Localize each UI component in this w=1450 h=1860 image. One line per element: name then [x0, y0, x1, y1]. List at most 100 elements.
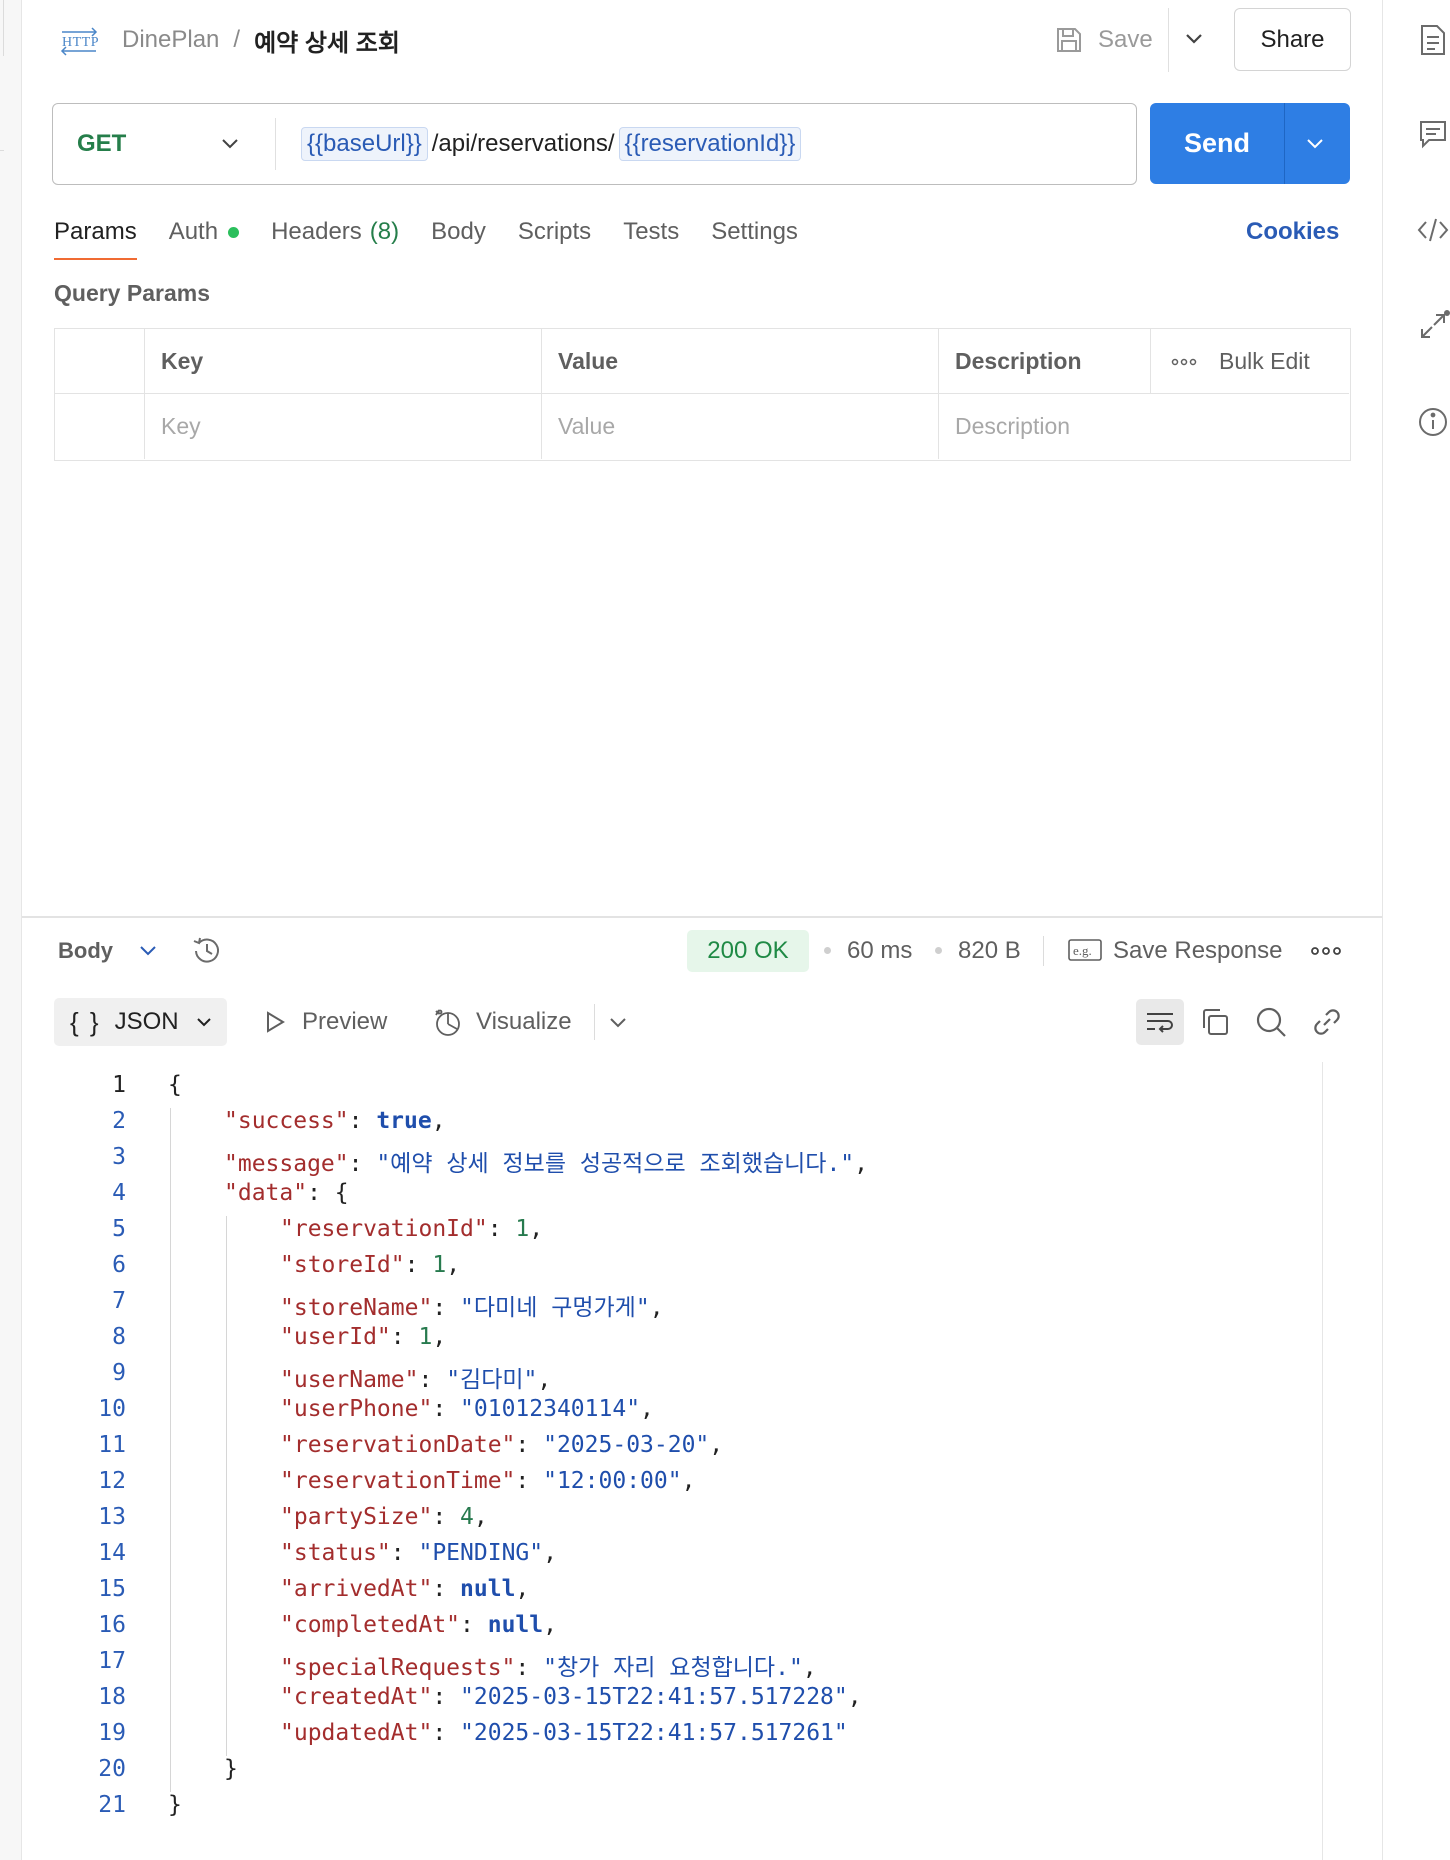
tab-body[interactable]: Body [431, 218, 486, 246]
line-number: 5 [112, 1216, 126, 1242]
visualize-divider [594, 1004, 595, 1040]
link-icon[interactable] [1310, 1005, 1344, 1039]
wrap-lines-button[interactable] [1136, 999, 1184, 1045]
save-icon [1057, 28, 1081, 52]
copy-icon[interactable] [1198, 1005, 1232, 1039]
code-token: , [432, 1324, 447, 1350]
save-button[interactable]: Save [1054, 20, 1153, 60]
svg-text:e.g.: e.g. [1073, 943, 1092, 958]
cookies-link[interactable]: Cookies [1246, 212, 1339, 252]
response-json-viewer[interactable]: 1 {2 "success": true, 3 "message": "예약 상세 정보… [54, 1062, 1350, 1822]
line-number: 17 [98, 1648, 126, 1674]
code-line: "specialRequests": "창가 자리 요청합니다.", [280, 1648, 817, 1682]
indent-guide [170, 1108, 171, 1792]
tab-label: Body [431, 218, 486, 245]
comments-icon[interactable] [1413, 114, 1450, 154]
line-number: 8 [112, 1324, 126, 1350]
line-number: 18 [98, 1684, 126, 1710]
tab-headers[interactable]: Headers (8) [271, 218, 399, 246]
request-tabs: Params Auth Headers (8) Body Scripts Test… [54, 212, 830, 260]
url-path: /api/reservations/ [431, 129, 615, 157]
tab-label: Params [54, 218, 137, 245]
code-token: : { [307, 1180, 349, 1206]
code-token: null [487, 1612, 544, 1638]
chevron-down-icon[interactable] [136, 938, 160, 962]
chevron-down-icon[interactable] [217, 130, 243, 156]
code-token: 1 [515, 1216, 530, 1242]
line-number: 16 [98, 1612, 126, 1638]
code-token: "arrivedAt" [280, 1576, 433, 1602]
wrap-icon [1147, 1013, 1173, 1033]
code-token: "updatedAt" [280, 1720, 433, 1746]
line-number: 15 [98, 1576, 126, 1602]
code-token: "success" [224, 1108, 349, 1134]
code-token: "userName" [280, 1367, 419, 1393]
more-icon[interactable] [1171, 357, 1197, 367]
tab-tests[interactable]: Tests [623, 218, 679, 246]
code-token: "storeId" [280, 1252, 405, 1278]
chevron-down-icon[interactable] [1180, 24, 1208, 52]
tab-auth[interactable]: Auth [169, 218, 240, 246]
code-token: : [348, 1151, 377, 1177]
code-line: "success": true, [224, 1108, 446, 1134]
code-token: , [446, 1252, 461, 1278]
history-icon[interactable] [190, 934, 224, 968]
share-button[interactable]: Share [1234, 8, 1351, 71]
code-token: : [487, 1216, 516, 1242]
code-token: : [515, 1468, 544, 1494]
code-token: "01012340114" [460, 1396, 641, 1422]
request-title[interactable]: 예약 상세 조회 [254, 23, 400, 58]
code-line: } [168, 1792, 182, 1818]
braces-icon: { } [70, 1006, 101, 1037]
method-select[interactable]: GET [77, 104, 126, 183]
code-icon[interactable] [1413, 210, 1450, 250]
response-divider[interactable] [22, 916, 1382, 918]
docs-icon[interactable] [1413, 20, 1450, 60]
code-line: "storeName": "다미네 구멍가게", [280, 1288, 664, 1322]
search-icon[interactable] [1254, 1005, 1288, 1039]
line-number: 1 [112, 1072, 126, 1098]
save-response-button[interactable]: Save Response [1113, 930, 1282, 972]
code-token: , [543, 1540, 557, 1566]
bulk-edit-button[interactable]: Bulk Edit [1219, 348, 1310, 375]
code-token: : [460, 1612, 488, 1638]
param-value-input[interactable]: Value [542, 394, 939, 459]
send-button-group: Send [1150, 103, 1350, 184]
code-token: "reservationId" [280, 1216, 488, 1242]
response-time[interactable]: 60 ms [847, 930, 912, 972]
code-token: , [640, 1396, 654, 1422]
info-icon[interactable] [1413, 402, 1450, 442]
column-header-value: Value [542, 329, 939, 394]
more-icon[interactable] [1310, 940, 1342, 962]
response-body-label[interactable]: Body [58, 930, 113, 972]
visualize-button[interactable]: Visualize [432, 1000, 572, 1044]
code-line: "message": "예약 상세 정보를 성공적으로 조회했습니다.", [224, 1144, 868, 1178]
chevron-down-icon[interactable] [606, 1010, 630, 1034]
response-size[interactable]: 820 B [958, 930, 1021, 972]
send-button[interactable]: Send [1150, 103, 1284, 184]
url-variable-id[interactable]: {{reservationId}} [618, 126, 802, 161]
code-token: "storeName" [280, 1295, 433, 1321]
format-select[interactable]: { } JSON [54, 998, 227, 1046]
url-variable-base[interactable]: {{baseUrl}} [301, 126, 428, 161]
code-token: : [390, 1324, 419, 1350]
tab-settings[interactable]: Settings [711, 218, 798, 246]
param-key-input[interactable]: Key [145, 394, 542, 459]
related-icon[interactable] [1413, 306, 1450, 346]
breadcrumb-separator: / [233, 26, 241, 53]
preview-button[interactable]: Preview [262, 1000, 387, 1044]
tab-scripts[interactable]: Scripts [518, 218, 591, 246]
line-number: 10 [98, 1396, 126, 1422]
preview-label: Preview [302, 1008, 388, 1035]
code-line: "storeId": 1, [280, 1252, 460, 1278]
line-number: 19 [98, 1720, 126, 1746]
tab-params[interactable]: Params [54, 218, 137, 260]
code-token: true [376, 1108, 432, 1134]
code-token: "12:00:00" [543, 1468, 682, 1494]
url-input[interactable]: {{baseUrl}} /api/reservations/ {{reserva… [301, 104, 802, 183]
chevron-down-icon[interactable] [1302, 130, 1328, 156]
visualize-label: Visualize [476, 1008, 572, 1035]
status-badge[interactable]: 200 OK [687, 930, 809, 972]
breadcrumb-workspace[interactable]: DinePlan [122, 26, 219, 54]
param-description-input[interactable]: Description [939, 394, 1349, 459]
